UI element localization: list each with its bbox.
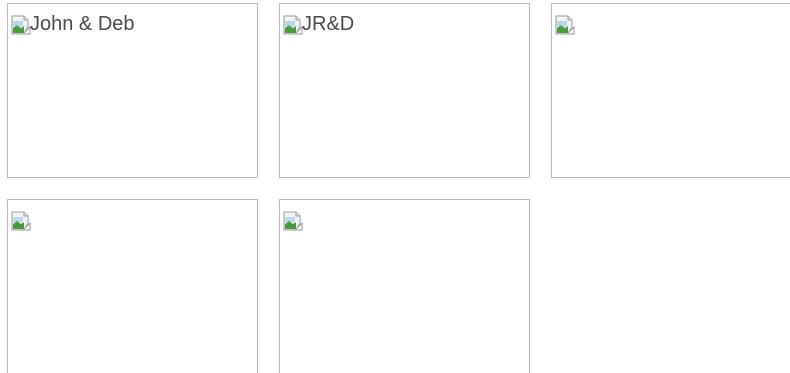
- image-placeholder: [555, 15, 575, 35]
- gallery-tile-2[interactable]: JR&D: [279, 3, 530, 178]
- image-gallery: John & Deb JR&D: [0, 0, 790, 373]
- image-placeholder: JR&D: [283, 13, 355, 36]
- gallery-tile-3[interactable]: [551, 3, 790, 178]
- image-alt-text: JR&D: [302, 13, 355, 35]
- broken-image-icon: [11, 15, 31, 35]
- image-placeholder: John & Deb: [11, 13, 135, 36]
- image-placeholder: [283, 211, 303, 231]
- gallery-tile-5[interactable]: [279, 199, 530, 373]
- broken-image-icon: [11, 211, 31, 231]
- gallery-tile-1[interactable]: John & Deb: [7, 3, 258, 178]
- broken-image-icon: [555, 15, 575, 35]
- image-placeholder: [11, 211, 31, 231]
- broken-image-icon: [283, 211, 303, 231]
- broken-image-icon: [283, 15, 303, 35]
- gallery-tile-4[interactable]: [7, 199, 258, 373]
- image-alt-text: John & Deb: [30, 13, 135, 35]
